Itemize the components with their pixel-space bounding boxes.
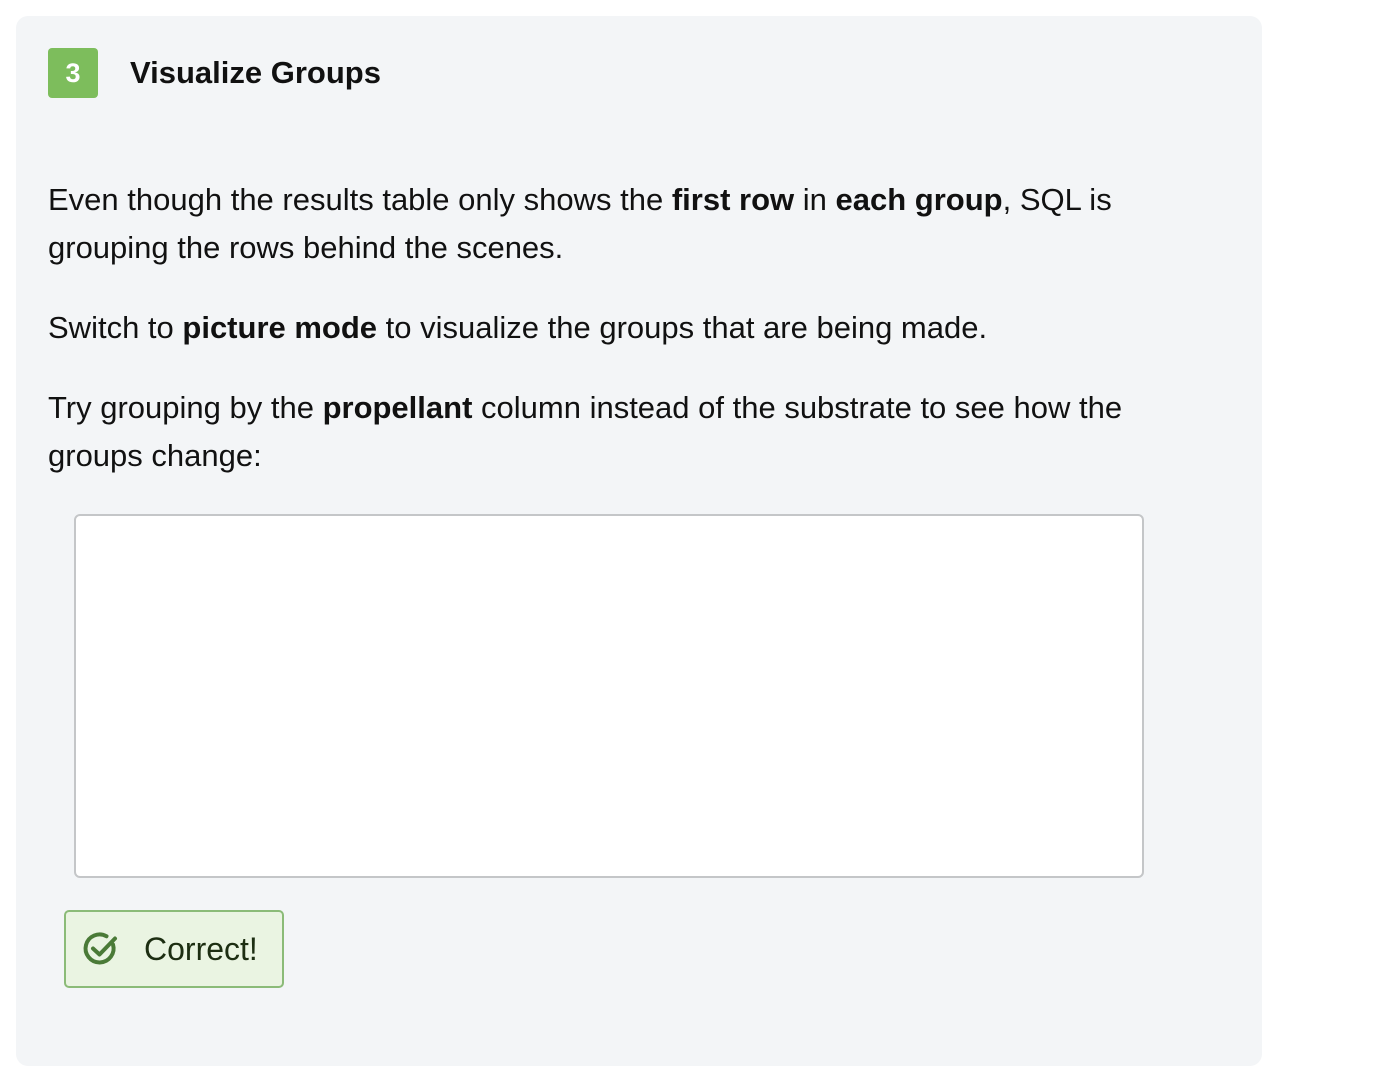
instruction-emphasis: picture mode [182,310,378,345]
instruction-paragraph-3: Try grouping by the propellant column in… [48,384,1208,480]
exercise-card: 3 Visualize Groups Even though the resul… [16,16,1262,1066]
check-circle-icon [82,930,120,968]
instruction-text: Try grouping by the [48,390,323,425]
instruction-emphasis: first row [671,182,795,217]
instruction-paragraph-1: Even though the results table only shows… [48,176,1208,272]
instruction-emphasis: each group [835,182,1003,217]
feedback-label: Correct! [144,930,258,967]
instruction-text: Switch to [48,310,183,345]
exercise-title: Visualize Groups [130,55,381,90]
exercise-header: 3 Visualize Groups [48,48,381,98]
correct-feedback-badge: Correct! [64,910,284,988]
instruction-emphasis: propellant [322,390,473,425]
instruction-text: in [794,182,836,217]
instruction-text: to visualize the groups that are being m… [377,310,988,345]
instruction-text: Even though the results table only shows… [48,182,672,217]
step-number-badge: 3 [48,48,98,98]
instructions: Even though the results table only shows… [48,176,1208,512]
sql-editor[interactable] [74,514,1144,878]
instruction-paragraph-2: Switch to picture mode to visualize the … [48,304,1208,352]
